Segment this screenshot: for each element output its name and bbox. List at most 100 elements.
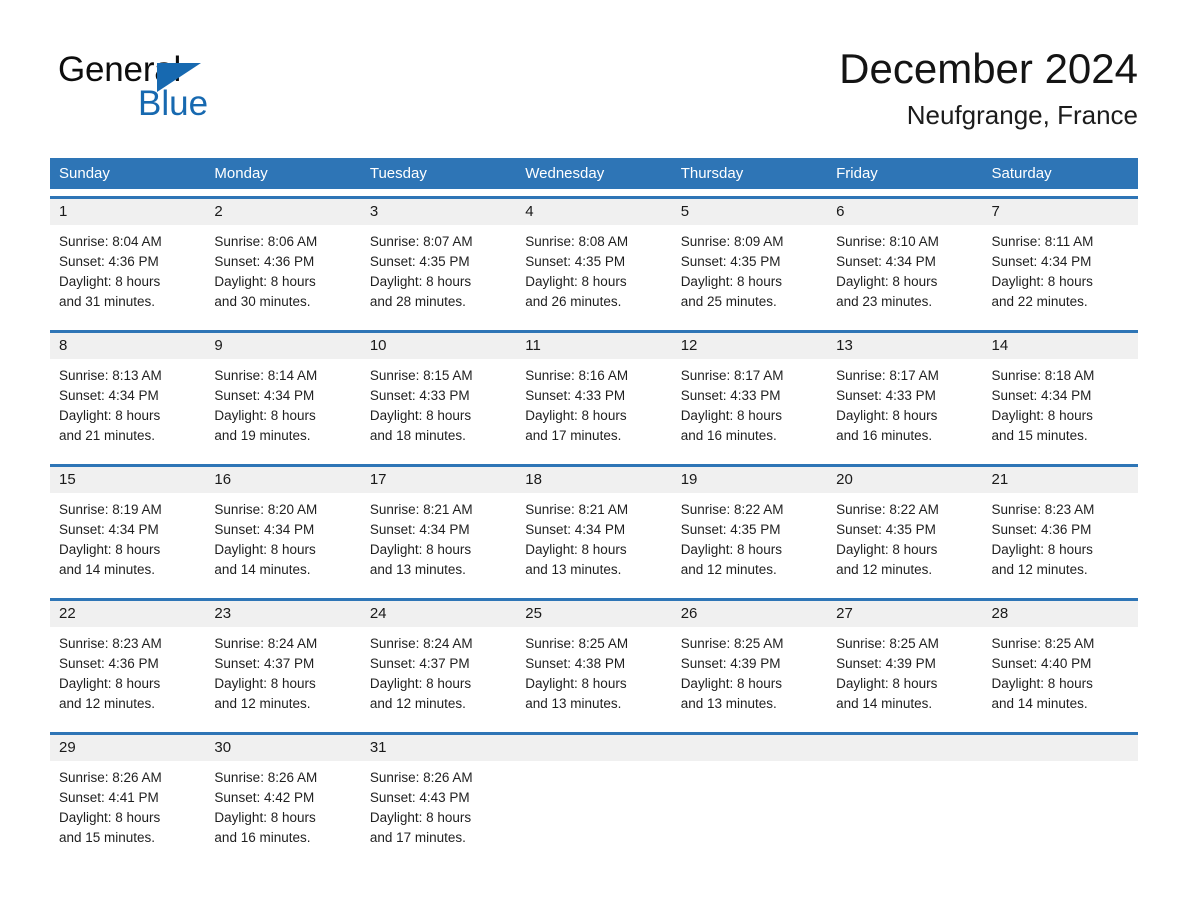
day-cell[interactable]: Sunrise: 8:23 AM Sunset: 4:36 PM Dayligh… [983, 493, 1138, 591]
day-number[interactable]: 7 [983, 199, 1138, 225]
day-cell[interactable]: Sunrise: 8:17 AM Sunset: 4:33 PM Dayligh… [672, 359, 827, 457]
day-cell[interactable]: Sunrise: 8:25 AM Sunset: 4:39 PM Dayligh… [827, 627, 982, 725]
week-date-numbers-row: 22 23 24 25 26 27 28 [50, 601, 1138, 627]
day-number[interactable]: 6 [827, 199, 982, 225]
day-number[interactable]: 20 [827, 467, 982, 493]
day-cell[interactable]: Sunrise: 8:06 AM Sunset: 4:36 PM Dayligh… [205, 225, 360, 323]
day-cell[interactable]: Sunrise: 8:26 AM Sunset: 4:43 PM Dayligh… [361, 761, 516, 859]
day-cell[interactable]: Sunrise: 8:26 AM Sunset: 4:41 PM Dayligh… [50, 761, 205, 859]
day-number[interactable]: 10 [361, 333, 516, 359]
day-cell[interactable]: Sunrise: 8:22 AM Sunset: 4:35 PM Dayligh… [672, 493, 827, 591]
day-number[interactable]: 30 [205, 735, 360, 761]
day-cell[interactable]: Sunrise: 8:22 AM Sunset: 4:35 PM Dayligh… [827, 493, 982, 591]
day-cell[interactable]: Sunrise: 8:17 AM Sunset: 4:33 PM Dayligh… [827, 359, 982, 457]
day-number[interactable]: 3 [361, 199, 516, 225]
daylight-text-line1: Daylight: 8 hours [680, 274, 782, 289]
sunrise-text: Sunrise: 8:26 AM [369, 770, 473, 785]
daylight-text-line2: and 30 minutes. [214, 294, 311, 309]
sunset-text: Sunset: 4:35 PM [369, 254, 470, 269]
sunset-text: Sunset: 4:34 PM [59, 522, 159, 537]
day-number[interactable]: 18 [516, 467, 671, 493]
day-number-empty [516, 735, 671, 761]
daylight-text-line2: and 14 minutes. [214, 562, 311, 577]
day-number[interactable]: 1 [50, 199, 205, 225]
day-cell[interactable]: Sunrise: 8:18 AM Sunset: 4:34 PM Dayligh… [983, 359, 1138, 457]
daylight-text-line2: and 16 minutes. [680, 428, 777, 443]
day-cell[interactable]: Sunrise: 8:08 AM Sunset: 4:35 PM Dayligh… [516, 225, 671, 323]
day-number[interactable]: 23 [205, 601, 360, 627]
title-block: December 2024 Neufgrange, France [839, 46, 1138, 130]
day-cell[interactable]: Sunrise: 8:13 AM Sunset: 4:34 PM Dayligh… [50, 359, 205, 457]
day-cell[interactable]: Sunrise: 8:16 AM Sunset: 4:33 PM Dayligh… [516, 359, 671, 457]
day-cell[interactable]: Sunrise: 8:04 AM Sunset: 4:36 PM Dayligh… [50, 225, 205, 323]
day-number[interactable]: 15 [50, 467, 205, 493]
day-number[interactable]: 9 [205, 333, 360, 359]
day-cell[interactable]: Sunrise: 8:15 AM Sunset: 4:33 PM Dayligh… [361, 359, 516, 457]
daylight-text-line2: and 28 minutes. [369, 294, 466, 309]
day-cell[interactable]: Sunrise: 8:19 AM Sunset: 4:34 PM Dayligh… [50, 493, 205, 591]
day-number[interactable]: 27 [827, 601, 982, 627]
day-number[interactable]: 16 [205, 467, 360, 493]
sunset-text: Sunset: 4:35 PM [680, 522, 781, 537]
day-number-empty [827, 735, 982, 761]
daylight-text-line1: Daylight: 8 hours [991, 676, 1093, 691]
day-cell[interactable]: Sunrise: 8:25 AM Sunset: 4:40 PM Dayligh… [983, 627, 1138, 725]
sunrise-text: Sunrise: 8:17 AM [836, 368, 939, 383]
day-number[interactable]: 26 [672, 601, 827, 627]
week-details-row: Sunrise: 8:04 AM Sunset: 4:36 PM Dayligh… [50, 225, 1138, 323]
daylight-text-line1: Daylight: 8 hours [369, 408, 472, 423]
daylight-text-line2: and 21 minutes. [59, 428, 156, 443]
day-number[interactable]: 12 [672, 333, 827, 359]
day-cell[interactable]: Sunrise: 8:09 AM Sunset: 4:35 PM Dayligh… [672, 225, 827, 323]
sunset-text: Sunset: 4:33 PM [680, 388, 781, 403]
sunrise-text: Sunrise: 8:20 AM [214, 502, 318, 517]
day-number[interactable]: 29 [50, 735, 205, 761]
day-number[interactable]: 21 [983, 467, 1138, 493]
day-cell[interactable]: Sunrise: 8:24 AM Sunset: 4:37 PM Dayligh… [205, 627, 360, 725]
day-cell[interactable]: Sunrise: 8:25 AM Sunset: 4:38 PM Dayligh… [516, 627, 671, 725]
day-cell[interactable]: Sunrise: 8:20 AM Sunset: 4:34 PM Dayligh… [205, 493, 360, 591]
sunrise-text: Sunrise: 8:14 AM [214, 368, 318, 383]
day-cell[interactable]: Sunrise: 8:10 AM Sunset: 4:34 PM Dayligh… [827, 225, 982, 323]
sunset-text: Sunset: 4:43 PM [369, 790, 470, 805]
day-cell[interactable]: Sunrise: 8:21 AM Sunset: 4:34 PM Dayligh… [361, 493, 516, 591]
daylight-text-line2: and 26 minutes. [525, 294, 622, 309]
day-number[interactable]: 13 [827, 333, 982, 359]
day-number[interactable]: 14 [983, 333, 1138, 359]
day-cell[interactable]: Sunrise: 8:14 AM Sunset: 4:34 PM Dayligh… [205, 359, 360, 457]
day-cell[interactable]: Sunrise: 8:25 AM Sunset: 4:39 PM Dayligh… [672, 627, 827, 725]
day-cell[interactable]: Sunrise: 8:24 AM Sunset: 4:37 PM Dayligh… [361, 627, 516, 725]
day-number[interactable]: 25 [516, 601, 671, 627]
weekday-header-monday: Monday [214, 165, 268, 182]
day-number[interactable]: 22 [50, 601, 205, 627]
daylight-text-line1: Daylight: 8 hours [836, 274, 938, 289]
week-details-row: Sunrise: 8:26 AM Sunset: 4:41 PM Dayligh… [50, 761, 1138, 859]
day-number[interactable]: 28 [983, 601, 1138, 627]
day-cell[interactable]: Sunrise: 8:21 AM Sunset: 4:34 PM Dayligh… [516, 493, 671, 591]
day-number[interactable]: 8 [50, 333, 205, 359]
day-cell[interactable]: Sunrise: 8:11 AM Sunset: 4:34 PM Dayligh… [983, 225, 1138, 323]
sunrise-text: Sunrise: 8:19 AM [59, 502, 162, 517]
day-number[interactable]: 31 [361, 735, 516, 761]
daylight-text-line2: and 23 minutes. [836, 294, 933, 309]
sunrise-text: Sunrise: 8:21 AM [369, 502, 473, 517]
daylight-text-line1: Daylight: 8 hours [59, 676, 161, 691]
day-number[interactable]: 17 [361, 467, 516, 493]
sunset-text: Sunset: 4:41 PM [59, 790, 159, 805]
daylight-text-line2: and 17 minutes. [369, 830, 466, 845]
day-cell[interactable]: Sunrise: 8:07 AM Sunset: 4:35 PM Dayligh… [361, 225, 516, 323]
daylight-text-line1: Daylight: 8 hours [991, 542, 1093, 557]
sunrise-text: Sunrise: 8:23 AM [59, 636, 162, 651]
day-number[interactable]: 4 [516, 199, 671, 225]
sunset-text: Sunset: 4:39 PM [836, 656, 936, 671]
day-number[interactable]: 24 [361, 601, 516, 627]
day-number[interactable]: 2 [205, 199, 360, 225]
day-number[interactable]: 19 [672, 467, 827, 493]
day-cell[interactable]: Sunrise: 8:26 AM Sunset: 4:42 PM Dayligh… [205, 761, 360, 859]
generalblue-logo[interactable]: General Blue [58, 52, 328, 138]
weekday-header-thursday: Thursday [680, 165, 744, 182]
day-cell[interactable]: Sunrise: 8:23 AM Sunset: 4:36 PM Dayligh… [50, 627, 205, 725]
day-number[interactable]: 11 [516, 333, 671, 359]
day-number[interactable]: 5 [672, 199, 827, 225]
daylight-text-line1: Daylight: 8 hours [59, 274, 161, 289]
